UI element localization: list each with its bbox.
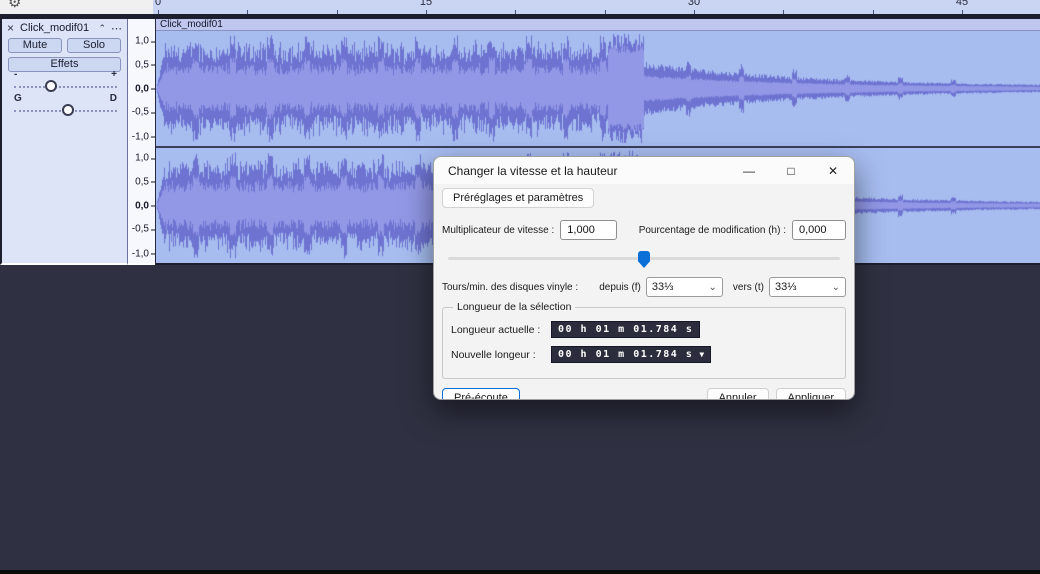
chevron-up-icon[interactable]: ⌃ [98, 23, 106, 34]
new-length-field[interactable]: 00 h 01 m 01.784 s ▼ [551, 346, 711, 363]
chevron-down-icon: ⌄ [832, 282, 840, 293]
new-length-value: 00 h 01 m 01.784 s [558, 349, 693, 360]
track-control-panel: × Click_modif01 ⌃ ⋯ Mute Solo Effets - +… [0, 19, 128, 265]
minimize-button[interactable]: — [728, 157, 770, 184]
vinyl-to-value: 33⅓ [775, 281, 796, 293]
dropdown-arrow-icon[interactable]: ▼ [699, 350, 704, 359]
speed-slider [448, 251, 840, 267]
current-length-label: Longueur actuelle : [451, 324, 551, 336]
percent-change-label: Pourcentage de modification (h) : [639, 225, 786, 236]
scale-channel-1: 1,0 0,5 0,0 -0,5 -1,0 [128, 31, 155, 146]
effects-button[interactable]: Effets [8, 57, 121, 72]
change-speed-dialog: Changer la vitesse et la hauteur — □ ✕ P… [433, 156, 855, 400]
track-title[interactable]: Click_modif01 [20, 22, 98, 34]
speed-multiplier-label: Multiplicateur de vitesse : [442, 225, 554, 236]
vinyl-to-select[interactable]: 33⅓ ⌄ [769, 277, 846, 297]
scale-channel-2: 1,0 0,5 0,0 -0,5 -1,0 [128, 148, 155, 263]
volume-min-label: - [14, 69, 17, 80]
volume-slider-track[interactable] [14, 86, 117, 88]
pan-slider-thumb[interactable] [62, 104, 74, 116]
vinyl-from-select[interactable]: 33⅓ ⌄ [646, 277, 723, 297]
speed-multiplier-input[interactable]: 1,000 [560, 220, 617, 240]
dialog-title-bar[interactable]: Changer la vitesse et la hauteur — □ ✕ [434, 157, 854, 184]
speed-slider-thumb[interactable] [638, 251, 650, 268]
volume-slider-thumb[interactable] [45, 80, 57, 92]
scale-label: 0,0 [135, 200, 149, 211]
audacity-window: ⚙ 0 15 30 45 × Click_modif01 ⌃ ⋯ Mute So… [0, 0, 1040, 574]
scale-label: 0,5 [135, 176, 149, 187]
scale-label: -0,5 [132, 107, 149, 118]
volume-max-label: + [111, 69, 117, 80]
vinyl-from-label: depuis (f) [599, 282, 641, 293]
clip-title-bar[interactable]: Click_modif01 [156, 19, 1040, 31]
pan-left-label: G [14, 93, 22, 104]
close-track-icon[interactable]: × [7, 21, 14, 35]
scale-label: -0,5 [132, 224, 149, 235]
dialog-title: Changer la vitesse et la hauteur [448, 164, 617, 178]
maximize-button[interactable]: □ [770, 157, 812, 184]
vinyl-to-label: vers (t) [733, 282, 764, 293]
scale-label: 0,0 [135, 83, 149, 94]
toolbar-strip: ⚙ [0, 0, 153, 14]
timeline-label: 45 [956, 0, 968, 8]
selection-length-legend: Longueur de la sélection [453, 301, 575, 313]
timeline-label: 30 [688, 0, 700, 8]
current-length-field[interactable]: 00 h 01 m 01.784 s [551, 321, 700, 338]
scale-label: 1,0 [135, 153, 149, 164]
mute-button[interactable]: Mute [8, 38, 62, 53]
dialog-close-button[interactable]: ✕ [812, 157, 854, 184]
solo-button[interactable]: Solo [67, 38, 121, 53]
selection-length-group: Longueur de la sélection Longueur actuel… [442, 307, 846, 379]
percent-change-input[interactable]: 0,000 [792, 220, 846, 240]
scale-label: -1,0 [132, 131, 149, 142]
timeline-label: 15 [420, 0, 432, 8]
vertical-scale-ruler[interactable]: 1,0 0,5 0,0 -0,5 -1,0 1,0 0,5 0,0 -0,5 -… [128, 19, 155, 265]
pan-right-label: D [110, 93, 117, 104]
cancel-button[interactable]: Annuler [707, 388, 769, 400]
vinyl-from-value: 33⅓ [652, 281, 673, 293]
apply-button[interactable]: Appliquer [776, 388, 846, 400]
timeline-ruler[interactable]: 0 15 30 45 [153, 0, 1040, 14]
bottom-edge [0, 570, 1040, 574]
gear-icon[interactable]: ⚙ [8, 0, 21, 11]
waveform-channel-1[interactable] [156, 31, 1040, 146]
track-menu-icon[interactable]: ⋯ [111, 22, 122, 35]
chevron-down-icon: ⌄ [709, 282, 717, 293]
presets-button[interactable]: Préréglages et paramètres [442, 188, 594, 208]
scale-label: 1,0 [135, 36, 149, 47]
preview-button[interactable]: Pré-écoute [442, 388, 520, 400]
vinyl-rpm-label: Tours/min. des disques vinyle : [442, 282, 578, 293]
new-length-label: Nouvelle longeur : [451, 349, 551, 361]
scale-label: -1,0 [132, 248, 149, 259]
track-header: × Click_modif01 ⌃ ⋯ [2, 19, 127, 36]
scale-label: 0,5 [135, 59, 149, 70]
timeline-label: 0 [155, 0, 161, 8]
